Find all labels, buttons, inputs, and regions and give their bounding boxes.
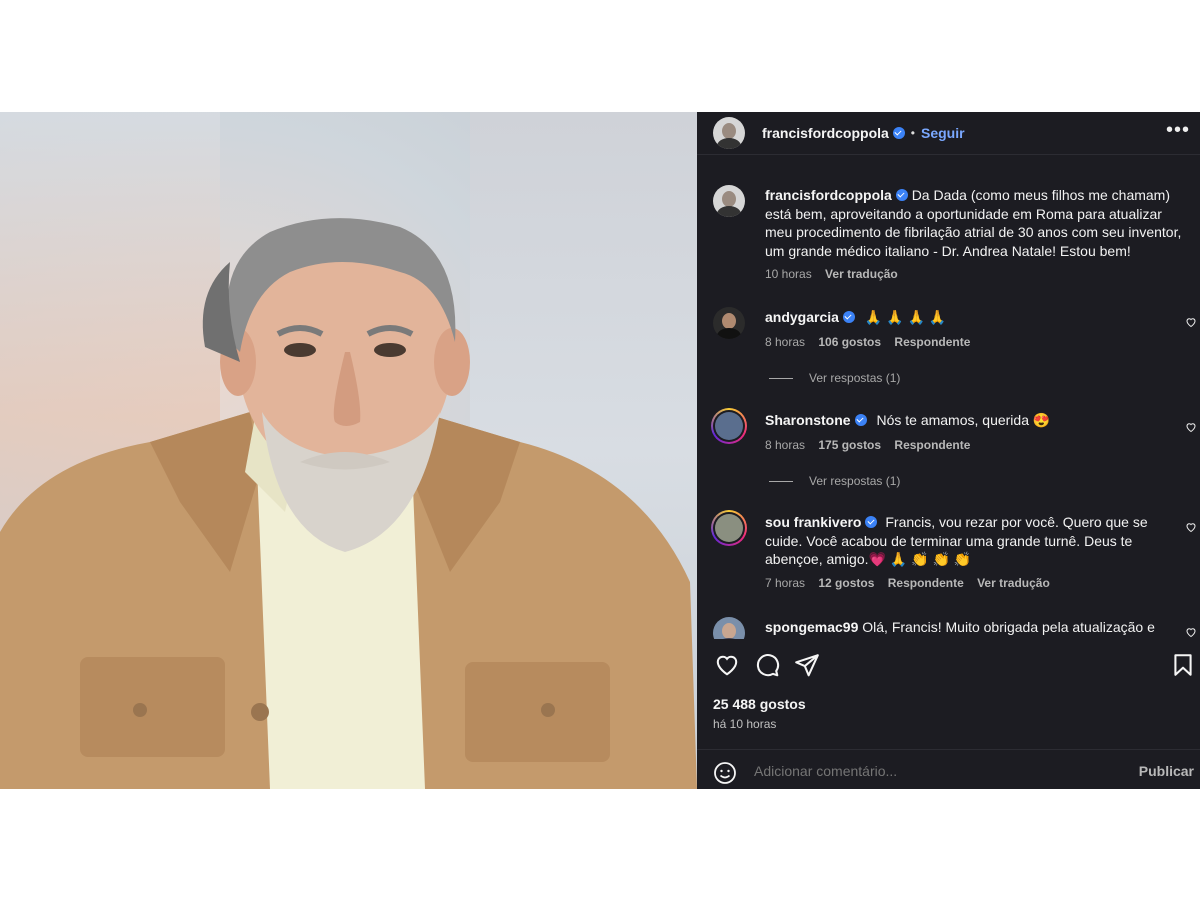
commenter-avatar[interactable] [711,510,747,546]
heart-icon[interactable] [1185,421,1197,433]
replies-line [769,481,793,483]
likes-count[interactable]: 25 488 gostos [713,696,806,712]
comment-item: spongemac99 Olá, Francis! Muito obrigada… [713,617,1196,639]
author-avatar[interactable] [713,117,745,149]
comment-meta: 8 horas 106 gostos Respondente [765,335,980,349]
reply-button[interactable]: Respondente [894,335,970,349]
view-replies-label[interactable]: Ver respostas (1) [809,474,900,488]
action-bar [697,652,1200,682]
comment-icon[interactable] [754,652,780,678]
separator-dot: • [910,126,915,140]
comment-username[interactable]: sou frankivero [765,514,861,530]
comment-likes[interactable]: 12 gostos [818,576,874,590]
comment-text-block: Sharonstone Nós te amamos, querida 😍 [765,411,1185,430]
caption-time: 10 horas [765,267,812,281]
comment-meta: 8 horas 175 gostos Respondente [765,438,980,452]
comments-list[interactable]: francisfordcoppola Da Dada (como meus fi… [697,155,1200,639]
commenter-avatar[interactable] [711,408,747,444]
post-header: francisfordcoppola • Seguir ••• [697,112,1200,155]
publish-button[interactable]: Publicar [1139,763,1194,779]
verified-icon [892,127,905,139]
comment-time: 8 horas [765,438,806,452]
comment-item: sou frankivero Francis, vou rezar por vo… [711,510,1196,602]
comment-likes[interactable]: 106 gostos [818,335,881,349]
comment-time: 7 horas [765,576,806,590]
verified-icon [895,189,908,201]
commenter-avatar[interactable] [713,307,745,339]
post-time: há 10 horas [713,717,777,731]
post-image[interactable] [0,112,697,789]
comment-text-block: sou frankivero Francis, vou rezar por vo… [765,513,1185,569]
view-replies[interactable]: Ver respostas (1) [769,371,900,385]
comment-text: 🙏 🙏 🙏 🙏 [864,309,947,325]
caption-meta: 10 horas Ver tradução [765,267,908,281]
replies-line [769,378,793,380]
caption-avatar[interactable] [713,185,745,217]
emoji-icon[interactable] [713,761,737,785]
comment-composer: Publicar [697,749,1200,790]
like-icon[interactable] [714,652,740,678]
verified-icon [865,516,878,528]
caption-text-block: francisfordcoppola Da Dada (como meus fi… [765,186,1185,260]
heart-icon[interactable] [1185,521,1197,533]
commenter-avatar[interactable] [713,617,745,639]
translate-link[interactable]: Ver tradução [977,576,1050,590]
comment-text-block: andygarcia 🙏 🙏 🙏 🙏 [765,308,1185,327]
comment-item: andygarcia 🙏 🙏 🙏 🙏 8 horas 106 gostos Re… [713,307,1196,397]
verified-icon [842,311,855,323]
reply-button[interactable]: Respondente [888,576,964,590]
portrait-illustration [0,218,697,789]
more-icon[interactable]: ••• [1166,119,1190,142]
post-panel: francisfordcoppola • Seguir ••• francisf… [697,112,1200,789]
comment-username[interactable]: Sharonstone [765,412,851,428]
caption-username[interactable]: francisfordcoppola [765,187,892,203]
translate-link[interactable]: Ver tradução [825,267,898,281]
instagram-post: francisfordcoppola • Seguir ••• francisf… [0,112,1200,789]
comment-likes[interactable]: 175 gostos [818,438,881,452]
comment-username[interactable]: spongemac99 [765,619,858,635]
comment-username[interactable]: andygarcia [765,309,839,325]
heart-icon[interactable] [1185,316,1197,328]
comment-time: 8 horas [765,335,806,349]
follow-button[interactable]: Seguir [921,125,965,141]
comment-text: Olá, Francis! Muito obrigada pela atuali… [862,619,1155,635]
view-replies-label[interactable]: Ver respostas (1) [809,371,900,385]
comment-input[interactable] [754,763,1114,779]
share-icon[interactable] [794,652,820,678]
comment-text-block: spongemac99 Olá, Francis! Muito obrigada… [765,618,1185,637]
heart-icon[interactable] [1185,626,1197,638]
author-username[interactable]: francisfordcoppola [762,125,889,141]
comment-meta: 7 horas 12 gostos Respondente Ver traduç… [765,576,1060,590]
comment-item: Sharonstone Nós te amamos, querida 😍 8 h… [711,408,1196,500]
comment-text: Nós te amamos, querida 😍 [876,412,1051,428]
caption: francisfordcoppola Da Dada (como meus fi… [713,185,1193,285]
view-replies[interactable]: Ver respostas (1) [769,474,900,488]
save-icon[interactable] [1170,652,1196,678]
verified-icon [854,414,867,426]
reply-button[interactable]: Respondente [894,438,970,452]
